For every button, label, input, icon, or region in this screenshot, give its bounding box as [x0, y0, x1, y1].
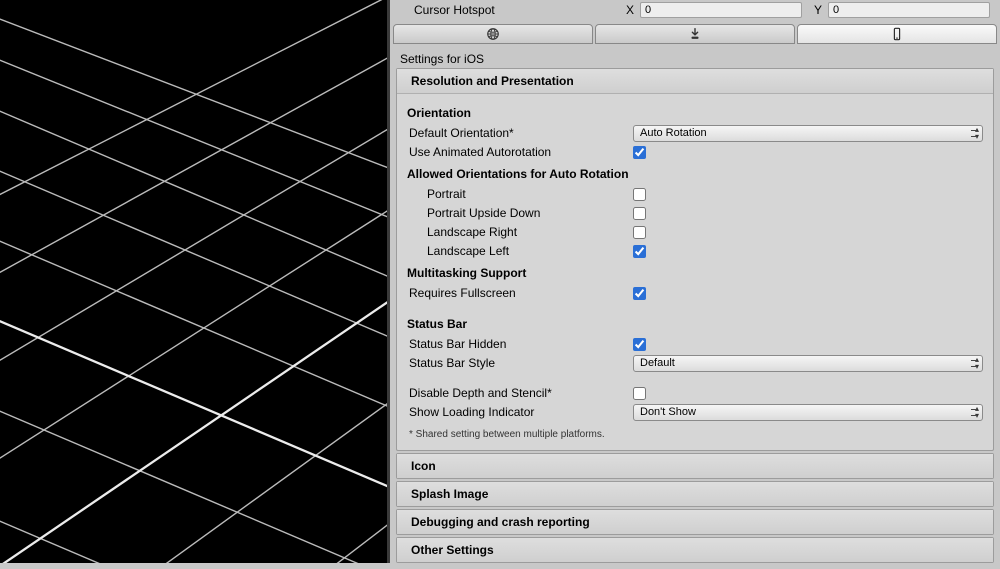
download-icon [688, 27, 702, 41]
requires-fullscreen-checkbox[interactable] [633, 287, 646, 300]
tab-standalone[interactable] [393, 24, 593, 44]
requires-fullscreen-label: Requires Fullscreen [407, 286, 633, 300]
portrait-label: Portrait [407, 187, 633, 201]
platform-tabs [390, 24, 1000, 44]
status-bar-heading: Status Bar [407, 317, 983, 331]
section-header-splash[interactable]: Splash Image [397, 482, 993, 506]
landscape-right-label: Landscape Right [407, 225, 633, 239]
section-header-other[interactable]: Other Settings [397, 538, 993, 562]
x-label: X [620, 3, 634, 17]
tab-ios[interactable] [797, 24, 997, 44]
platform-title: Settings for iOS [396, 48, 994, 68]
y-label: Y [808, 3, 822, 17]
multitasking-heading: Multitasking Support [407, 266, 983, 280]
status-bar-style-label: Status Bar Style [407, 356, 633, 370]
tab-downloadable[interactable] [595, 24, 795, 44]
section-splash-image: Splash Image [396, 481, 994, 507]
grid-plane [0, 0, 390, 563]
status-bar-hidden-checkbox[interactable] [633, 338, 646, 351]
landscape-left-label: Landscape Left [407, 244, 633, 258]
section-debugging: Debugging and crash reporting [396, 509, 994, 535]
cursor-hotspot-label: Cursor Hotspot [414, 3, 614, 17]
default-orientation-label: Default Orientation* [407, 126, 633, 140]
default-orientation-select[interactable]: Auto Rotation [633, 125, 983, 142]
use-animated-autorotation-checkbox[interactable] [633, 146, 646, 159]
allowed-orientations-heading: Allowed Orientations for Auto Rotation [407, 167, 983, 181]
status-bar-hidden-label: Status Bar Hidden [407, 337, 633, 351]
disable-depth-stencil-label: Disable Depth and Stencil* [407, 386, 633, 400]
cursor-hotspot-y-input[interactable] [828, 2, 990, 18]
status-bar-style-select[interactable]: Default [633, 355, 983, 372]
shared-setting-footnote: * Shared setting between multiple platfo… [407, 429, 983, 440]
orientation-heading: Orientation [407, 106, 983, 120]
use-animated-autorotation-label: Use Animated Autorotation [407, 145, 633, 159]
portrait-checkbox[interactable] [633, 188, 646, 201]
portrait-upside-down-checkbox[interactable] [633, 207, 646, 220]
cursor-hotspot-row: Cursor Hotspot X Y [390, 0, 1000, 24]
section-resolution-presentation: Resolution and Presentation Orientation … [396, 68, 994, 451]
scene-viewport[interactable] [0, 0, 390, 563]
loading-indicator-select[interactable]: Don't Show [633, 404, 983, 421]
section-other-settings: Other Settings [396, 537, 994, 563]
portrait-upside-down-label: Portrait Upside Down [407, 206, 633, 220]
section-header-resolution[interactable]: Resolution and Presentation [397, 69, 993, 94]
disable-depth-stencil-checkbox[interactable] [633, 387, 646, 400]
landscape-right-checkbox[interactable] [633, 226, 646, 239]
globe-icon [486, 27, 500, 41]
section-header-icon[interactable]: Icon [397, 454, 993, 478]
inspector-panel: Cursor Hotspot X Y Settings for iOS Reso… [390, 0, 1000, 563]
cursor-hotspot-x-input[interactable] [640, 2, 802, 18]
section-icon: Icon [396, 453, 994, 479]
landscape-left-checkbox[interactable] [633, 245, 646, 258]
loading-indicator-label: Show Loading Indicator [407, 405, 633, 419]
section-header-debugging[interactable]: Debugging and crash reporting [397, 510, 993, 534]
phone-icon [890, 27, 904, 41]
